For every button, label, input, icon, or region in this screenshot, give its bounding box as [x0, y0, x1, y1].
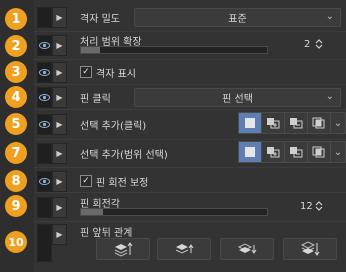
pin-order-label: 핀 앞뒤 관계 [80, 228, 133, 239]
visibility-toggle[interactable] [37, 171, 52, 192]
new-selection-icon [245, 147, 255, 157]
divider [34, 192, 346, 193]
add-selection-icon [267, 147, 280, 158]
divider [34, 59, 346, 60]
bring-to-front-icon [114, 242, 133, 257]
pin-rotation-angle-value: 12 [300, 201, 313, 212]
pin-click-label: 핀 클릭 [80, 94, 111, 105]
pin-rotation-angle-slider[interactable] [80, 208, 268, 216]
callout-badge-2: 2 [5, 35, 27, 57]
selection-mode-dropdown[interactable]: ⌄ [331, 113, 345, 133]
callout-badge-4: 4 [5, 86, 27, 108]
add-selection-button[interactable] [262, 142, 285, 162]
eye-icon [39, 69, 50, 76]
chevron-down-icon: ⌄ [333, 117, 343, 129]
slider-fill [81, 209, 104, 215]
expand-arrow-icon[interactable]: ▶ [52, 35, 67, 56]
show-grid-checkbox[interactable]: ✓ [80, 66, 92, 78]
divider [34, 167, 346, 168]
spinner-icon[interactable] [315, 38, 323, 50]
add-selection-button[interactable] [262, 113, 285, 133]
chevron-down-icon: ⌄ [325, 91, 334, 102]
expand-arrow-icon[interactable]: ▶ [52, 114, 67, 135]
slider-fill [81, 47, 100, 53]
grid-density-value: 표준 [228, 14, 247, 25]
toggle-selection-button[interactable] [308, 142, 331, 162]
visibility-toggle[interactable] [37, 35, 52, 56]
send-backward-icon [237, 243, 257, 254]
chevron-down-icon: ⌄ [333, 146, 343, 158]
callout-badge-1: 1 [5, 8, 27, 30]
eye-icon [39, 178, 50, 185]
toggle-selection-icon [312, 146, 325, 158]
expand-arrow-icon[interactable]: ▶ [52, 7, 67, 28]
selection-mode-dropdown[interactable]: ⌄ [331, 142, 345, 162]
expand-arrow-icon[interactable]: ▶ [52, 87, 67, 108]
pin-click-dropdown[interactable]: 핀 선택 ⌄ [134, 88, 341, 107]
visibility-toggle[interactable] [37, 87, 52, 108]
eye-icon [39, 121, 50, 128]
send-backward-button[interactable] [220, 238, 274, 260]
add-selection-range-label: 선택 추가(범위 선택) [80, 150, 168, 161]
new-selection-button[interactable] [239, 142, 262, 162]
processing-range-slider[interactable] [80, 46, 268, 54]
expand-arrow-icon[interactable]: ▶ [52, 62, 67, 83]
bring-forward-button[interactable] [157, 238, 211, 260]
visibility-toggle-empty[interactable] [37, 197, 52, 218]
expand-arrow-icon[interactable]: ▶ [52, 224, 67, 245]
subtract-selection-button[interactable] [285, 142, 308, 162]
bring-forward-icon [175, 244, 194, 254]
toggle-selection-button[interactable] [308, 113, 331, 133]
selection-mode-group-click: ⌄ [238, 112, 346, 134]
subtract-selection-icon [290, 118, 303, 129]
visibility-toggle-empty[interactable] [37, 224, 52, 262]
visibility-toggle-empty[interactable] [37, 143, 52, 164]
new-selection-button[interactable] [239, 113, 262, 133]
new-selection-icon [245, 118, 255, 128]
divider [34, 109, 346, 110]
spinner-icon[interactable] [315, 200, 323, 212]
callout-badge-8: 8 [5, 170, 27, 192]
add-selection-icon [267, 118, 280, 129]
show-grid-label: 격자 표시 [96, 69, 136, 80]
pin-rotation-correction-label: 핀 회전 보정 [96, 178, 149, 189]
send-to-back-icon [300, 241, 320, 256]
bring-to-front-button[interactable] [96, 238, 150, 260]
pin-click-value: 핀 선택 [222, 94, 253, 105]
callout-badge-3: 3 [5, 61, 27, 83]
divider [34, 221, 346, 222]
subtract-selection-icon [290, 147, 303, 158]
callout-badge-10: 10 [5, 231, 27, 253]
visibility-toggle[interactable] [37, 62, 52, 83]
send-to-back-button[interactable] [283, 238, 337, 260]
visibility-toggle-empty[interactable] [37, 7, 52, 28]
grid-density-dropdown[interactable]: 표준 ⌄ [134, 8, 341, 27]
divider [34, 139, 346, 140]
callout-badge-7: 7 [5, 142, 27, 164]
toggle-selection-icon [312, 117, 325, 129]
expand-arrow-icon[interactable]: ▶ [52, 143, 67, 164]
grid-density-label: 격자 밀도 [80, 14, 120, 25]
pin-rotation-correction-checkbox[interactable]: ✓ [80, 175, 92, 187]
visibility-toggle[interactable] [37, 114, 52, 135]
processing-range-value: 2 [304, 39, 311, 50]
expand-arrow-icon[interactable]: ▶ [52, 197, 67, 218]
divider [34, 31, 346, 32]
chevron-down-icon: ⌄ [325, 11, 334, 22]
callout-badge-9: 9 [5, 195, 27, 217]
expand-arrow-icon[interactable]: ▶ [52, 171, 67, 192]
subtract-selection-button[interactable] [285, 113, 308, 133]
selection-mode-group-range: ⌄ [238, 141, 346, 163]
add-selection-click-label: 선택 추가(클릭) [80, 121, 147, 132]
divider [34, 84, 346, 85]
eye-icon [39, 42, 50, 49]
eye-icon [39, 94, 50, 101]
callout-badge-5: 5 [5, 113, 27, 135]
